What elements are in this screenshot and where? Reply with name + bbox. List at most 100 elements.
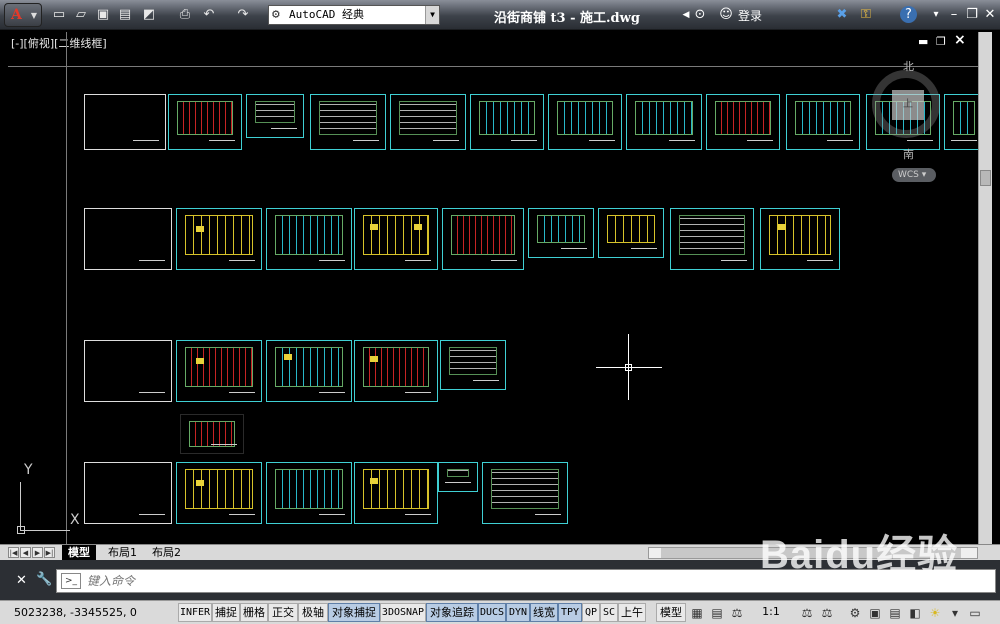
drawing-sheet[interactable]	[84, 462, 172, 524]
close-icon[interactable]: ✕	[16, 573, 27, 588]
toggle-grid[interactable]: 栅格	[240, 603, 268, 622]
toggle-otrack[interactable]: 对象追踪	[426, 603, 478, 622]
scroll-thumb[interactable]	[661, 548, 961, 558]
redo-icon[interactable]: ↷	[234, 6, 252, 24]
toggle-infer[interactable]: INFER	[178, 603, 212, 622]
drawing-sheet[interactable]	[440, 340, 506, 390]
drawing-canvas[interactable]: [-][俯视][二维线框] ▬ ❐ × 上 北 南 WCS ▾ Y X	[8, 32, 978, 544]
new-file-icon[interactable]: ▭	[50, 6, 68, 24]
drawing-sheet[interactable]	[470, 94, 544, 150]
drawing-sheet[interactable]	[626, 94, 702, 150]
toggle-snap[interactable]: 捕捉	[212, 603, 240, 622]
drawing-sheet[interactable]	[442, 208, 524, 270]
first-layout-icon[interactable]: |◀	[8, 547, 19, 558]
command-prompt-icon[interactable]: >_	[61, 573, 81, 589]
annotation-visibility-icon[interactable]: ⚖	[798, 604, 816, 622]
drawing-sheet[interactable]	[354, 340, 438, 402]
clean-screen-icon[interactable]: ▭	[966, 604, 984, 622]
next-layout-icon[interactable]: ▶	[32, 547, 43, 558]
viewcube[interactable]: 上 北 南 WCS ▾	[866, 60, 946, 184]
drawing-sheet[interactable]	[84, 208, 172, 270]
isolate-objects-icon[interactable]: ◧	[906, 604, 924, 622]
drawing-sheet[interactable]	[944, 94, 978, 150]
drawing-block[interactable]	[180, 414, 244, 454]
drawing-sheet[interactable]	[168, 94, 242, 150]
last-layout-icon[interactable]: ▶|	[44, 547, 55, 558]
hardware-acceleration-icon[interactable]: ▤	[886, 604, 904, 622]
drawing-sheet[interactable]	[390, 94, 466, 150]
lock-icon[interactable]: ⚿	[856, 5, 876, 25]
tab-layout1[interactable]: 布局1	[102, 545, 143, 561]
publish-icon[interactable]: ◩	[140, 6, 158, 24]
drawing-sheet[interactable]	[670, 208, 754, 270]
quick-view-layouts-icon[interactable]: ▦	[688, 604, 706, 622]
drawing-sheet[interactable]	[266, 462, 352, 524]
toggle-sc[interactable]: SC	[600, 603, 618, 622]
toggle-dyn[interactable]: DYN	[506, 603, 530, 622]
drawing-sheet[interactable]	[84, 94, 166, 150]
coordinates-readout[interactable]: 5023238, -3345525, 0	[14, 606, 137, 619]
auto-scale-icon[interactable]: ⚖	[818, 604, 836, 622]
drawing-sheet[interactable]	[598, 208, 664, 258]
drawing-sheet[interactable]	[310, 94, 386, 150]
drawing-sheet[interactable]	[176, 462, 262, 524]
chevron-down-icon[interactable]: ▼	[425, 6, 439, 24]
drawing-sheet[interactable]	[548, 94, 622, 150]
drawing-sheet[interactable]	[354, 462, 438, 524]
drawing-sheet[interactable]	[246, 94, 304, 138]
exchange-x-icon[interactable]: ✖	[832, 5, 852, 25]
drawing-sheet[interactable]	[84, 340, 172, 402]
restore-window-icon[interactable]: ❐	[962, 5, 982, 25]
workspace-switch-icon[interactable]: ⚙	[846, 604, 864, 622]
drawing-sheet[interactable]	[438, 462, 478, 492]
drawing-sheet[interactable]	[528, 208, 594, 258]
undo-icon[interactable]: ↶	[200, 6, 218, 24]
vertical-scrollbar[interactable]	[978, 32, 992, 544]
lock-ui-icon[interactable]: ▣	[866, 604, 884, 622]
close-window-icon[interactable]: ✕	[980, 5, 1000, 25]
tab-layout2[interactable]: 布局2	[146, 545, 187, 561]
toggle-am[interactable]: 上午	[618, 603, 646, 622]
help-icon[interactable]: ?	[900, 6, 917, 23]
save-icon[interactable]: ▣	[94, 6, 112, 24]
user-icon[interactable]: ☺	[716, 5, 736, 25]
login-link[interactable]: 登录	[738, 7, 762, 24]
viewport-minimize-icon[interactable]: ▬	[918, 35, 928, 48]
drawing-sheet[interactable]	[266, 208, 352, 270]
viewport-controls-label[interactable]: [-][俯视][二维线框]	[11, 35, 107, 51]
binoculars-icon[interactable]: ⊙	[690, 5, 710, 25]
prev-layout-icon[interactable]: ◀	[20, 547, 31, 558]
drawing-sheet[interactable]	[266, 340, 352, 402]
workspace-select[interactable]: ⚙ AutoCAD 经典 ▼	[268, 5, 440, 25]
drawing-sheet[interactable]	[176, 340, 262, 402]
drawing-sheet[interactable]	[786, 94, 860, 150]
wcs-menu[interactable]: WCS ▾	[892, 168, 936, 182]
toggle-lineweight[interactable]: 线宽	[530, 603, 558, 622]
print-icon[interactable]: ⎙	[176, 6, 194, 24]
annotation-scale-icon[interactable]: ⚖	[728, 604, 746, 622]
viewcube-top-face[interactable]: 上	[892, 90, 924, 120]
toggle-qp[interactable]: QP	[582, 603, 600, 622]
viewport-close-icon[interactable]: ×	[954, 32, 966, 48]
help-dropdown-icon[interactable]: ▾	[926, 5, 946, 25]
save-as-icon[interactable]: ▤	[116, 6, 134, 24]
drawing-sheet[interactable]	[706, 94, 780, 150]
model-space-button[interactable]: 模型	[656, 603, 686, 622]
scroll-thumb[interactable]	[980, 170, 991, 186]
application-menu-button[interactable]: A ▼	[4, 3, 42, 27]
drawing-sheet[interactable]	[176, 208, 262, 270]
viewport-restore-icon[interactable]: ❐	[936, 35, 946, 48]
quick-view-drawings-icon[interactable]: ▤	[708, 604, 726, 622]
toggle-ducs[interactable]: DUCS	[478, 603, 506, 622]
drawing-sheet[interactable]	[354, 208, 438, 270]
command-input[interactable]	[87, 572, 967, 590]
annotation-scale-select[interactable]: 1:1	[746, 603, 796, 622]
drawing-sheet[interactable]	[760, 208, 840, 270]
lightbulb-icon[interactable]: ☀	[926, 604, 944, 622]
tab-model[interactable]: 模型	[62, 545, 96, 561]
wrench-icon[interactable]: 🔧	[36, 572, 52, 587]
horizontal-scrollbar[interactable]	[648, 547, 978, 559]
status-menu-icon[interactable]: ▾	[946, 604, 964, 622]
toggle-ortho[interactable]: 正交	[268, 603, 298, 622]
toggle-tpy[interactable]: TPY	[558, 603, 582, 622]
